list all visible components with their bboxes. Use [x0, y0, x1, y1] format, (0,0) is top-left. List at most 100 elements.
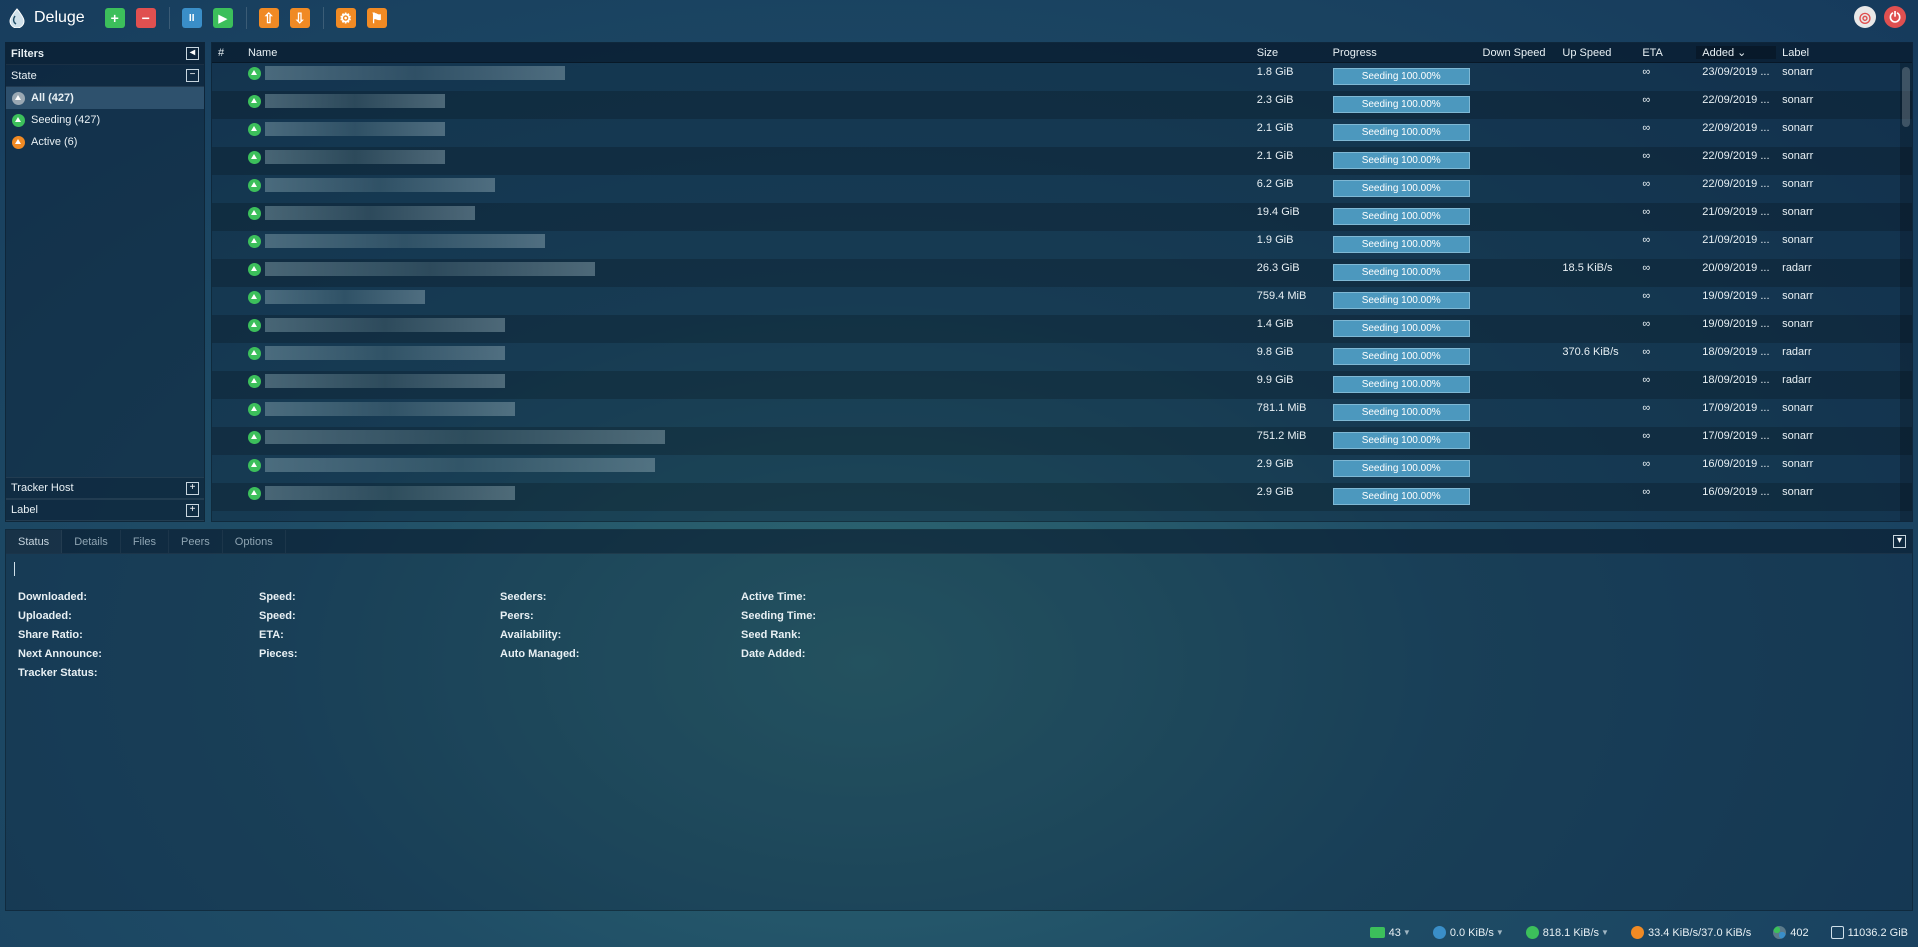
add-torrent-button[interactable]: +	[104, 8, 125, 28]
column-header-down-speed[interactable]: Down Speed	[1477, 47, 1557, 59]
progress-placeholder	[14, 562, 15, 576]
row-eta-cell: ∞	[1642, 262, 1651, 274]
upload-speed-status[interactable]: 818.1 KiB/s ▼	[1525, 926, 1609, 939]
filter-label: Active (6)	[31, 136, 78, 148]
row-name-cell	[242, 458, 1251, 472]
redacted-name	[264, 290, 425, 304]
redacted-name	[264, 318, 505, 332]
row-eta-cell: ∞	[1642, 150, 1651, 162]
row-progress-cell: Seeding 100.00%	[1327, 458, 1477, 477]
power-icon: ⏻	[1889, 8, 1901, 25]
grid-scrollbar[interactable]	[1900, 63, 1912, 521]
table-row[interactable]: 19.4 GiB Seeding 100.00% ∞ 21/09/2019 ..…	[212, 203, 1912, 231]
table-row[interactable]: 9.8 GiB Seeding 100.00% 370.6 KiB/s ∞ 18…	[212, 343, 1912, 371]
row-eta-cell: ∞	[1642, 430, 1651, 442]
row-name-cell	[242, 486, 1251, 500]
row-size-cell: 2.9 GiB	[1256, 458, 1294, 470]
tab-details[interactable]: Details	[62, 530, 121, 553]
table-row[interactable]: 2.3 GiB Seeding 100.00% ∞ 22/09/2019 ...…	[212, 91, 1912, 119]
table-row[interactable]: 6.2 GiB Seeding 100.00% ∞ 22/09/2019 ...…	[212, 175, 1912, 203]
toolbar: Deluge + − II ▶ ⇧ ⇩ ⚙ ⚑ ◎ ⏻	[0, 0, 1918, 36]
table-row[interactable]: 2.1 GiB Seeding 100.00% ∞ 22/09/2019 ...…	[212, 119, 1912, 147]
progress-bar: Seeding 100.00%	[1332, 208, 1470, 225]
upload-icon	[1525, 926, 1539, 939]
row-label-cell: sonarr	[1782, 150, 1814, 162]
row-added-cell: 17/09/2019 ...	[1702, 402, 1770, 414]
preferences-button[interactable]: ⚙	[335, 8, 356, 28]
row-name-cell	[242, 178, 1251, 192]
table-row[interactable]: 2.1 GiB Seeding 100.00% ∞ 22/09/2019 ...…	[212, 147, 1912, 175]
label-section-header[interactable]: Label +	[6, 499, 204, 521]
column-header-label[interactable]: Label	[1776, 47, 1912, 59]
table-row[interactable]: 2.9 GiB Seeding 100.00% ∞ 16/09/2019 ...…	[212, 483, 1912, 511]
column-header-eta[interactable]: ETA	[1636, 47, 1696, 59]
row-eta-cell: ∞	[1642, 94, 1651, 106]
tracker-host-section-header[interactable]: Tracker Host +	[6, 477, 204, 499]
row-added-cell: 18/09/2019 ...	[1702, 346, 1770, 358]
table-row[interactable]: 781.1 MiB Seeding 100.00% ∞ 17/09/2019 .…	[212, 399, 1912, 427]
connections-status[interactable]: 43 ▼	[1369, 927, 1411, 939]
active-state-icon	[12, 135, 25, 149]
queue-down-button[interactable]: ⇩	[289, 8, 310, 28]
tab-status[interactable]: Status	[6, 530, 63, 553]
filters-panel: Filters ◂ State − All (427) Seeding (427…	[5, 42, 205, 522]
progress-bar: Seeding 100.00%	[1332, 404, 1470, 421]
collapse-down-icon[interactable]: ▾	[1893, 535, 1906, 548]
caret-down-icon: ▼	[1402, 928, 1411, 937]
help-button[interactable]: ◎	[1854, 6, 1876, 28]
state-section-header[interactable]: State −	[6, 65, 204, 87]
table-row[interactable]: 1.8 GiB Seeding 100.00% ∞ 23/09/2019 ...…	[212, 63, 1912, 91]
queue-up-button[interactable]: ⇧	[258, 8, 279, 28]
remove-torrent-button[interactable]: −	[135, 8, 156, 28]
protocol-traffic-value: 33.4 KiB/s/37.0 KiB/s	[1647, 926, 1752, 939]
row-added-cell: 20/09/2019 ...	[1702, 262, 1770, 274]
toolbar-separator	[245, 7, 247, 29]
plus-toggle-icon[interactable]: +	[186, 503, 199, 517]
tab-peers[interactable]: Peers	[169, 530, 223, 553]
column-header-num[interactable]: #	[212, 47, 242, 59]
resume-button[interactable]: ▶	[212, 8, 233, 28]
download-speed-value: 0.0 KiB/s	[1449, 926, 1494, 939]
plus-toggle-icon[interactable]: +	[186, 481, 199, 495]
connection-manager-button[interactable]: ⚑	[366, 8, 387, 28]
row-name-cell	[242, 94, 1251, 108]
status-field-label: Downloaded:	[18, 591, 88, 603]
tab-files[interactable]: Files	[121, 530, 170, 553]
dht-status: 402	[1773, 926, 1809, 939]
table-row[interactable]: 1.9 GiB Seeding 100.00% ∞ 21/09/2019 ...…	[212, 231, 1912, 259]
tab-options[interactable]: Options	[223, 530, 286, 553]
row-progress-cell: Seeding 100.00%	[1327, 262, 1477, 281]
table-row[interactable]: 1.4 GiB Seeding 100.00% ∞ 19/09/2019 ...…	[212, 315, 1912, 343]
status-field-label: Active Time:	[741, 591, 807, 603]
table-row[interactable]: 751.2 MiB Seeding 100.00% ∞ 17/09/2019 .…	[212, 427, 1912, 455]
column-header-name[interactable]: Name	[242, 47, 1251, 59]
logout-button[interactable]: ⏻	[1884, 6, 1906, 28]
column-header-up-speed[interactable]: Up Speed	[1556, 47, 1636, 59]
row-added-cell: 16/09/2019 ...	[1702, 486, 1770, 498]
row-added-cell: 19/09/2019 ...	[1702, 318, 1770, 330]
table-row[interactable]: 759.4 MiB Seeding 100.00% ∞ 19/09/2019 .…	[212, 287, 1912, 315]
progress-bar: Seeding 100.00%	[1332, 488, 1470, 505]
table-row[interactable]: 9.9 GiB Seeding 100.00% ∞ 18/09/2019 ...…	[212, 371, 1912, 399]
seeding-icon	[247, 402, 261, 416]
row-name-cell	[242, 234, 1251, 248]
filter-seeding[interactable]: Seeding (427)	[6, 109, 204, 131]
seeding-icon	[247, 178, 261, 192]
minus-toggle-icon[interactable]: −	[186, 69, 199, 82]
connections-icon	[1369, 927, 1385, 938]
column-header-size[interactable]: Size	[1251, 47, 1327, 59]
filter-all[interactable]: All (427)	[6, 87, 204, 109]
filter-active[interactable]: Active (6)	[6, 131, 204, 153]
column-header-added[interactable]: Added ⌄	[1696, 46, 1777, 59]
row-size-cell: 751.2 MiB	[1256, 430, 1307, 442]
pause-button[interactable]: II	[181, 8, 202, 28]
row-eta-cell: ∞	[1642, 234, 1651, 246]
filters-title: Filters	[11, 47, 45, 60]
table-row[interactable]: 2.9 GiB Seeding 100.00% ∞ 16/09/2019 ...…	[212, 455, 1912, 483]
download-speed-status[interactable]: 0.0 KiB/s ▼	[1432, 926, 1504, 939]
collapse-left-icon[interactable]: ◂	[186, 47, 199, 60]
row-progress-cell: Seeding 100.00%	[1327, 318, 1477, 337]
column-header-progress[interactable]: Progress	[1327, 47, 1477, 59]
table-row[interactable]: 26.3 GiB Seeding 100.00% 18.5 KiB/s ∞ 20…	[212, 259, 1912, 287]
scrollbar-thumb[interactable]	[1902, 67, 1910, 127]
